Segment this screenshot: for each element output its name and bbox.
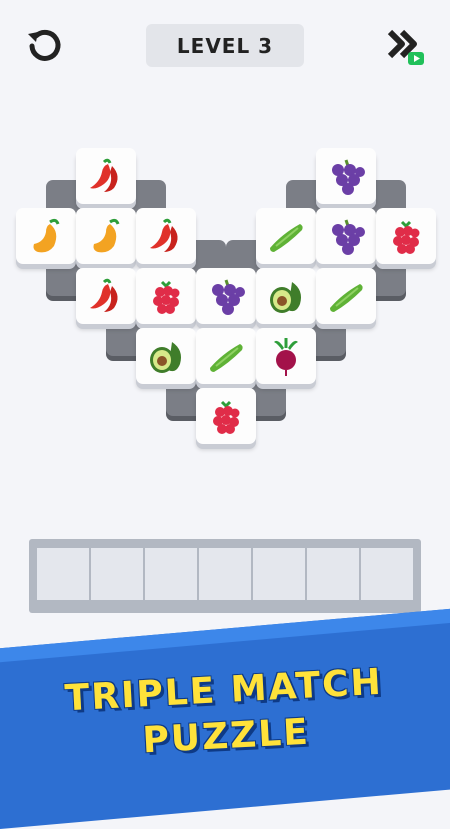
tile-raspberry[interactable] [136, 268, 196, 330]
grapes-icon [332, 159, 365, 195]
tile-board [0, 0, 450, 520]
tile-grapes[interactable] [196, 268, 256, 330]
beet-icon [274, 338, 298, 376]
mango-icon [33, 218, 60, 253]
tile-beet[interactable] [256, 328, 316, 390]
mango-icon [93, 218, 120, 253]
chili-icon [90, 158, 118, 192]
tile-chili[interactable] [76, 268, 136, 330]
tile-chili[interactable] [136, 208, 196, 270]
tray-slot [145, 548, 199, 600]
tile-mango[interactable] [16, 208, 76, 270]
tray-slot [253, 548, 307, 600]
raspberry-icon [153, 280, 180, 314]
raspberry-icon [393, 220, 420, 254]
raspberry-icon [213, 400, 240, 434]
tile-mango[interactable] [76, 208, 136, 270]
tile-raspberry[interactable] [376, 208, 436, 270]
tile-tray [29, 539, 421, 613]
tray-slot [37, 548, 91, 600]
tile-grapes[interactable] [316, 148, 376, 210]
cucumber-icon [330, 284, 363, 312]
avocado-icon [150, 342, 181, 373]
tile-grapes[interactable] [316, 208, 376, 270]
tray-slot [91, 548, 145, 600]
tile-raspberry[interactable] [196, 388, 256, 450]
cucumber-icon [270, 224, 303, 252]
avocado-icon [270, 282, 301, 313]
chili-icon [150, 218, 178, 252]
grapes-icon [212, 279, 245, 315]
tile-cucumber[interactable] [196, 328, 256, 390]
grapes-icon [332, 219, 365, 255]
cucumber-icon [210, 344, 243, 372]
tray-slots [37, 548, 413, 600]
chili-icon [90, 278, 118, 312]
tile-chili[interactable] [76, 148, 136, 210]
tray-slot [307, 548, 361, 600]
tile-cucumber[interactable] [256, 208, 316, 270]
tile-avocado[interactable] [256, 268, 316, 330]
tile-cucumber[interactable] [316, 268, 376, 330]
tray-slot [361, 548, 413, 600]
tray-slot [199, 548, 253, 600]
tile-avocado[interactable] [136, 328, 196, 390]
